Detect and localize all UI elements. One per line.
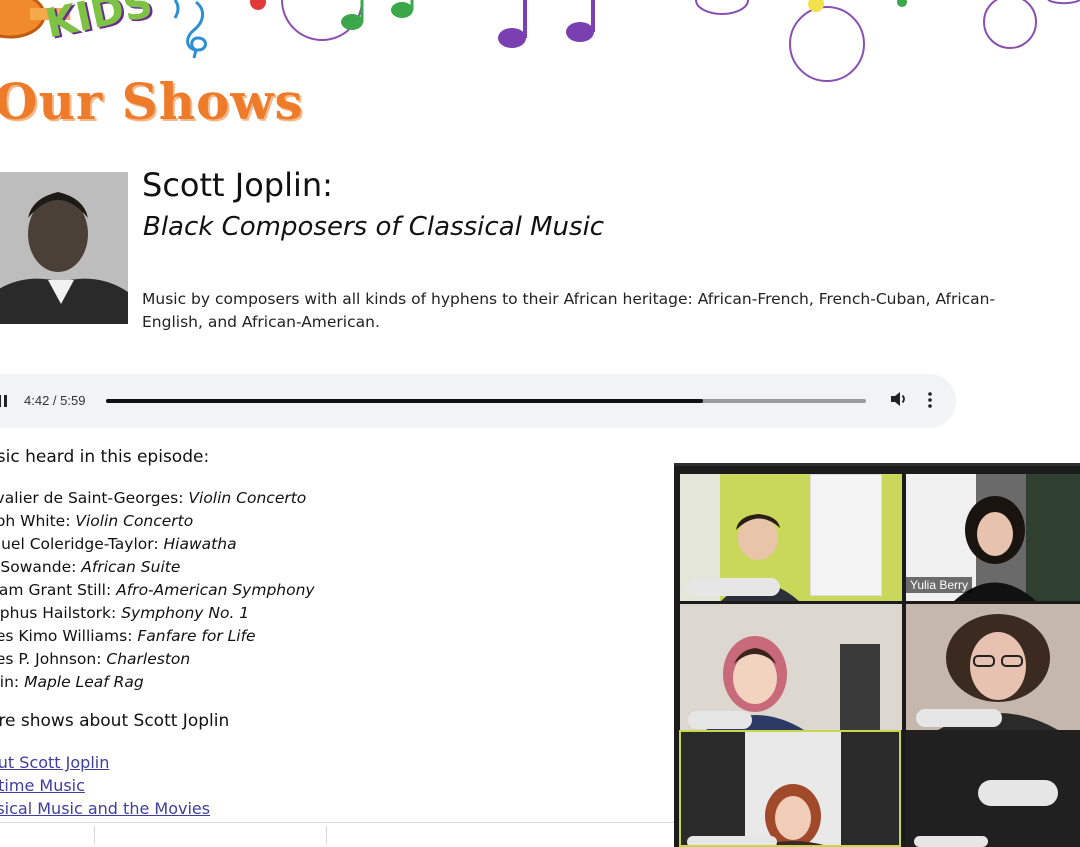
treble-clef-icon: [186, 0, 207, 59]
more-shows-heading: ore shows about Scott Joplin: [0, 711, 230, 731]
volume-icon[interactable]: [889, 389, 909, 409]
site-logo[interactable]: FOR KIDS: [0, 0, 180, 50]
work-title: Hiawatha: [163, 535, 237, 553]
show-description: Music by composers with all kinds of hyp…: [142, 290, 996, 331]
music-list-item: olin: Maple Leaf Rag: [0, 671, 315, 694]
name-label-redacted: [686, 578, 780, 596]
name-label-redacted: [688, 711, 752, 729]
video-call-panel: Yulia Berry: [674, 463, 1080, 847]
music-list-item: nes Kimo Williams: Fanfare for Life: [0, 625, 315, 648]
composer-name: evalier de Saint-Georges:: [0, 489, 189, 507]
name-label-redacted: [687, 836, 777, 845]
composer-name: nes P. Johnson:: [0, 650, 102, 668]
music-list-item: lliam Grant Still: Afro-American Symphon…: [0, 579, 315, 602]
music-list-item: olphus Hailstork: Symphony No. 1: [0, 602, 315, 625]
video-tile-active[interactable]: [679, 730, 901, 847]
show-subtitle: Black Composers of Classical Music: [143, 212, 605, 242]
more-shows-link[interactable]: out Scott Joplin: [0, 751, 210, 774]
audio-time: 4:42 / 5:59: [24, 393, 86, 408]
music-list-item: muel Coleridge-Taylor: Hiawatha: [0, 533, 315, 556]
page-title: Our Shows: [0, 72, 304, 131]
more-shows-links: out Scott Joplingtime Musicssical Music …: [0, 751, 210, 820]
music-list-item: eph White: Violin Concerto: [0, 510, 315, 533]
work-title: Charleston: [106, 650, 191, 668]
work-title: Violin Concerto: [188, 489, 307, 507]
work-title: Afro-American Symphony: [116, 581, 315, 599]
composer-name: olin:: [0, 673, 20, 691]
composer-name: a Sowande:: [0, 558, 77, 576]
name-label-redacted: [914, 836, 988, 847]
music-list-item: nes P. Johnson: Charleston: [0, 648, 315, 671]
work-title: African Suite: [81, 558, 181, 576]
video-tile[interactable]: [680, 474, 902, 601]
more-shows-link[interactable]: ssical Music and the Movies: [0, 797, 210, 820]
participant-name: Yulia Berry: [906, 577, 973, 593]
music-notes-decoration: [250, 0, 595, 48]
composer-name: eph White:: [0, 512, 71, 530]
music-list-item: a Sowande: African Suite: [0, 556, 315, 579]
video-tile[interactable]: [906, 730, 1080, 847]
more-shows-link[interactable]: gtime Music: [0, 774, 210, 797]
name-label-redacted: [978, 780, 1058, 806]
composer-name: lliam Grant Still:: [0, 581, 112, 599]
divider: [94, 826, 95, 844]
music-heard-heading: usic heard in this episode:: [0, 447, 210, 467]
work-title: Maple Leaf Rag: [24, 673, 144, 691]
more-options-icon[interactable]: [924, 390, 936, 410]
composer-portrait: [0, 172, 128, 324]
work-title: Fanfare for Life: [137, 627, 256, 645]
audio-progress-bar[interactable]: [106, 399, 866, 403]
music-list: evalier de Saint-Georges: Violin Concert…: [0, 487, 315, 694]
work-title: Violin Concerto: [75, 512, 194, 530]
divider: [0, 822, 674, 823]
work-title: Symphony No. 1: [121, 604, 250, 622]
name-label-redacted: [916, 709, 1002, 727]
circles-decoration: [695, 0, 1080, 82]
video-tile[interactable]: [680, 604, 902, 730]
pause-icon[interactable]: [0, 395, 7, 407]
video-tile[interactable]: [906, 604, 1080, 730]
composer-name: olphus Hailstork:: [0, 604, 117, 622]
music-list-item: evalier de Saint-Georges: Violin Concert…: [0, 487, 315, 510]
video-tile[interactable]: Yulia Berry: [906, 474, 1080, 601]
audio-progress-fill: [106, 399, 703, 403]
divider: [326, 826, 327, 844]
show-title: Scott Joplin:: [142, 166, 333, 204]
composer-name: nes Kimo Williams:: [0, 627, 138, 645]
composer-name: muel Coleridge-Taylor:: [0, 535, 164, 553]
